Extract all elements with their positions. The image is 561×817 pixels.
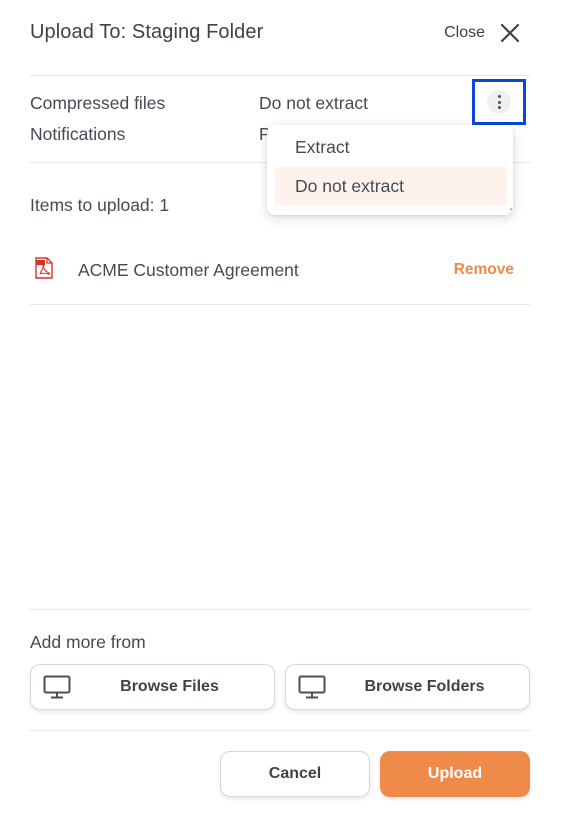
add-more-label: Add more from [30, 632, 146, 652]
browse-files-button[interactable]: Browse Files [30, 664, 275, 710]
add-more-divider [30, 609, 530, 610]
dialog-title: Upload To: Staging Folder [30, 21, 264, 43]
compression-dropdown-menu: Extract Do not extract [267, 125, 513, 215]
file-name: ACME Customer Agreement [78, 260, 299, 280]
browse-folders-button[interactable]: Browse Folders [285, 664, 530, 710]
dropdown-item-extract[interactable]: Extract [275, 128, 507, 166]
options-menu-button[interactable] [472, 79, 526, 125]
items-count-label: Items to upload: 1 [30, 195, 170, 215]
notifications-label: Notifications [30, 124, 126, 144]
close-icon[interactable] [499, 22, 521, 44]
dialog-header: Upload To: Staging Folder Close [30, 18, 530, 52]
compressed-files-value: Do not extract [259, 93, 368, 113]
more-vertical-icon[interactable] [487, 90, 511, 114]
close-button[interactable]: Close [444, 22, 521, 44]
compressed-files-label: Compressed files [30, 93, 166, 113]
items-trailer: . [509, 197, 513, 213]
file-list-item: ACME Customer Agreement Remove [30, 252, 530, 290]
dropdown-item-do-not-extract[interactable]: Do not extract [275, 167, 507, 205]
browse-files-label: Browse Files [120, 678, 219, 695]
file-list-divider [30, 304, 530, 305]
pdf-icon [35, 257, 53, 279]
close-label: Close [444, 24, 485, 41]
upload-button[interactable]: Upload [380, 751, 530, 797]
remove-file-button[interactable]: Remove [454, 261, 514, 279]
browse-folders-label: Browse Folders [364, 678, 485, 695]
footer-divider [30, 730, 530, 731]
cancel-button[interactable]: Cancel [220, 751, 370, 797]
header-divider [30, 75, 530, 76]
